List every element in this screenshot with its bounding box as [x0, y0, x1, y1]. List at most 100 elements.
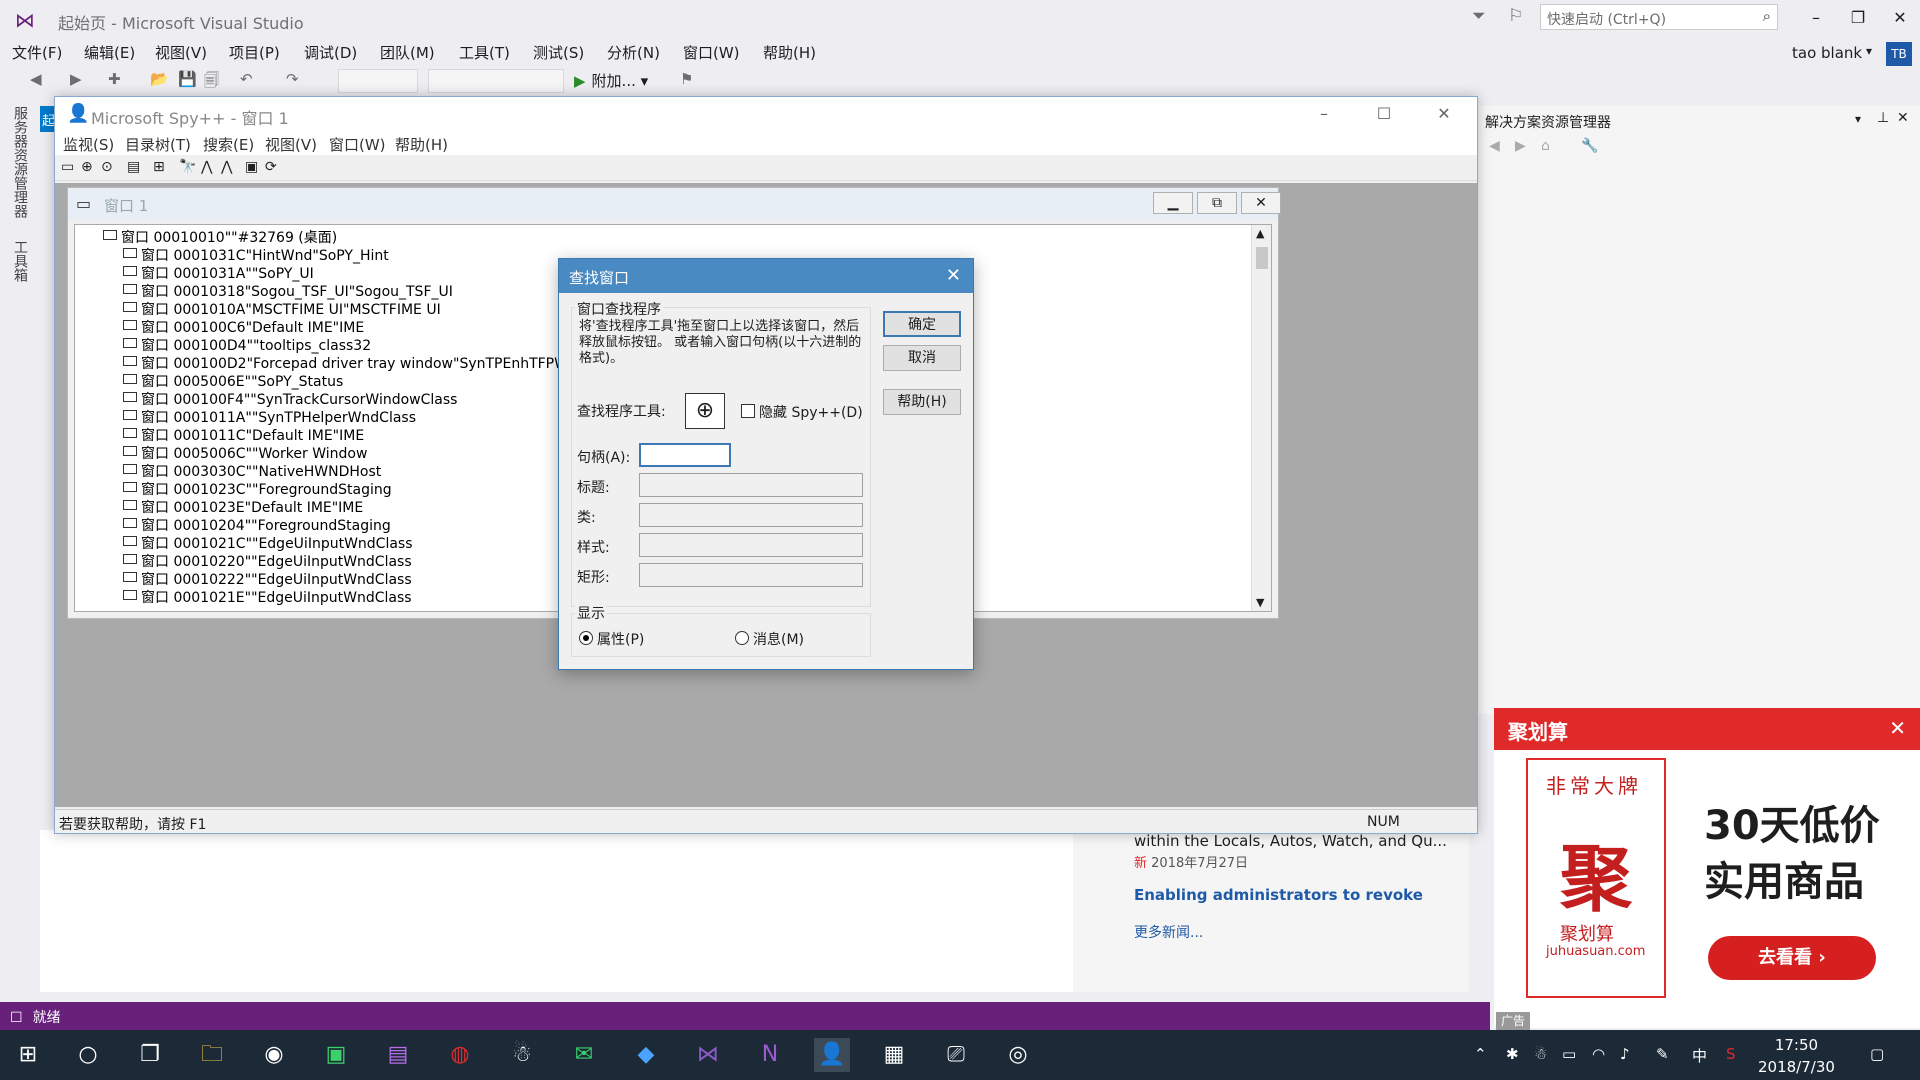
- restore-button[interactable]: ❐: [1838, 6, 1878, 30]
- messages-radio[interactable]: [735, 631, 749, 645]
- pen-icon[interactable]: ✎: [1656, 1045, 1669, 1063]
- undo-icon[interactable]: ↶: [240, 70, 253, 88]
- spy-plus-plus-icon[interactable]: 👤: [814, 1038, 850, 1072]
- new-project-icon[interactable]: ✚: [108, 70, 121, 88]
- spy-menu-view[interactable]: 视图(V): [265, 134, 317, 155]
- platform-combo[interactable]: [428, 69, 564, 93]
- find-next-icon[interactable]: ⋀: [201, 159, 212, 175]
- wechat-icon[interactable]: ✉: [566, 1038, 602, 1072]
- scroll-up-icon[interactable]: ▲: [1256, 227, 1264, 240]
- finder-tool-icon[interactable]: ⊕: [685, 393, 725, 429]
- news-headline-link[interactable]: Enabling administrators to revoke: [1134, 886, 1423, 904]
- menu-view[interactable]: 视图(V): [155, 42, 207, 63]
- menu-project[interactable]: 项目(P): [229, 42, 280, 63]
- tab-toolbox[interactable]: 工具箱: [10, 240, 30, 282]
- tree-row[interactable]: 窗口 000100C6"Default IME"IME: [123, 317, 364, 336]
- handle-input[interactable]: [639, 443, 731, 467]
- tree-row[interactable]: 窗口 0001023C""ForegroundStaging: [123, 479, 392, 498]
- volume-icon[interactable]: ♪: [1620, 1045, 1630, 1063]
- open-icon[interactable]: 📂: [150, 70, 169, 88]
- forward-icon[interactable]: ▶: [70, 70, 82, 88]
- user-name[interactable]: tao blank: [1792, 44, 1862, 62]
- help-button[interactable]: 帮助(H): [883, 389, 961, 415]
- child-maximize-button[interactable]: ⧉: [1197, 192, 1237, 214]
- clock[interactable]: 17:50 2018/7/30: [1758, 1034, 1835, 1078]
- close-button[interactable]: ✕: [1880, 6, 1920, 30]
- quick-launch-input[interactable]: 快速启动 (Ctrl+Q) ⌕: [1540, 4, 1778, 30]
- menu-tools[interactable]: 工具(T): [459, 42, 510, 63]
- config-combo[interactable]: [338, 69, 418, 93]
- bluetooth-icon[interactable]: ✱: [1506, 1045, 1519, 1063]
- onenote-icon[interactable]: N: [752, 1038, 788, 1072]
- tree-row[interactable]: 窗口 0001021C""EdgeUiInputWndClass: [123, 533, 413, 552]
- tree-row[interactable]: 窗口 0001011C"Default IME"IME: [123, 425, 364, 444]
- properties-radio[interactable]: [579, 631, 593, 645]
- spy-menu-help[interactable]: 帮助(H): [395, 134, 448, 155]
- save-icon[interactable]: 💾: [178, 70, 197, 88]
- chevron-down-icon[interactable]: ▾: [1855, 112, 1861, 126]
- spy-close-button[interactable]: ✕: [1421, 101, 1467, 127]
- tree-row[interactable]: 窗口 000100D4""tooltips_class32: [123, 335, 371, 354]
- child-minimize-button[interactable]: ▁: [1153, 192, 1193, 214]
- wifi-icon[interactable]: ◠: [1592, 1045, 1605, 1063]
- minimize-button[interactable]: –: [1796, 6, 1836, 30]
- more-news-link[interactable]: 更多新闻...: [1134, 922, 1203, 942]
- battery-icon[interactable]: ▭: [1562, 1045, 1576, 1063]
- back-icon[interactable]: ◀: [1489, 138, 1500, 154]
- hide-spy-checkbox[interactable]: [741, 404, 755, 418]
- tree-row[interactable]: 窗口 00010010""#32769 (桌面): [103, 227, 337, 246]
- redo-icon[interactable]: ↷: [286, 70, 299, 88]
- find-icon[interactable]: ⚑: [680, 70, 693, 88]
- tree-scrollbar[interactable]: ▲ ▼: [1251, 225, 1271, 611]
- menu-help[interactable]: 帮助(H): [763, 42, 816, 63]
- close-icon[interactable]: ✕: [1889, 716, 1906, 740]
- menu-debug[interactable]: 调试(D): [304, 42, 357, 63]
- spy-menu-tree[interactable]: 目录树(T): [125, 134, 191, 155]
- attach-button[interactable]: ▶ 附加... ▾: [574, 70, 648, 91]
- avatar[interactable]: TB: [1886, 42, 1912, 66]
- spy-maximize-button[interactable]: ☐: [1361, 101, 1407, 127]
- premiere-icon[interactable]: ▤: [380, 1038, 416, 1072]
- qq-icon[interactable]: ☃: [504, 1038, 540, 1072]
- tree-row[interactable]: 窗口 0005006C""Worker Window: [123, 443, 367, 462]
- cancel-button[interactable]: 取消: [883, 345, 961, 371]
- ad-go-button[interactable]: 去看看 ›: [1708, 936, 1876, 980]
- menu-file[interactable]: 文件(F): [12, 42, 62, 63]
- tree-row[interactable]: 窗口 0001010A"MSCTFIME UI"MSCTFIME UI: [123, 299, 441, 318]
- menu-test[interactable]: 测试(S): [533, 42, 584, 63]
- tree-row[interactable]: 窗口 00010222""EdgeUiInputWndClass: [123, 569, 412, 588]
- find-prev-icon[interactable]: ⋀: [221, 159, 232, 175]
- binoculars-icon[interactable]: 🔭: [179, 159, 196, 175]
- scroll-thumb[interactable]: [1256, 247, 1268, 269]
- pycharm-icon[interactable]: ▣: [318, 1038, 354, 1072]
- tree-row[interactable]: 窗口 0001031C"HintWnd"SoPY_Hint: [123, 245, 389, 264]
- tree-row[interactable]: 窗口 00010204""ForegroundStaging: [123, 515, 391, 534]
- remote-desktop-icon[interactable]: ⎚: [938, 1038, 974, 1072]
- windows-icon[interactable]: ▭: [61, 159, 74, 175]
- tree-row[interactable]: 窗口 000100D2"Forcepad driver tray window"…: [123, 353, 623, 372]
- ime-indicator[interactable]: 中: [1692, 1045, 1707, 1066]
- calculator-icon[interactable]: ▦: [876, 1038, 912, 1072]
- tab-server-explorer[interactable]: 服务器资源管理器: [10, 106, 30, 218]
- task-view-icon[interactable]: ❐: [132, 1038, 168, 1072]
- netease-music-icon[interactable]: ◍: [442, 1038, 478, 1072]
- child-close-button[interactable]: ✕: [1241, 192, 1281, 214]
- close-icon[interactable]: ✕: [1897, 110, 1909, 126]
- home-icon[interactable]: ⌂: [1541, 138, 1550, 154]
- menu-team[interactable]: 团队(M): [380, 42, 435, 63]
- chevron-up-icon[interactable]: ⌃: [1474, 1045, 1487, 1063]
- close-icon[interactable]: ✕: [946, 265, 961, 286]
- tree-row[interactable]: 窗口 0005006E""SoPY_Status: [123, 371, 343, 390]
- notification-icon[interactable]: ▢: [1870, 1045, 1884, 1063]
- menu-window[interactable]: 窗口(W): [683, 42, 740, 63]
- spy-minimize-button[interactable]: –: [1301, 101, 1347, 127]
- tree-row[interactable]: 窗口 00010318"Sogou_TSF_UI"Sogou_TSF_UI: [123, 281, 453, 300]
- filter-icon[interactable]: ⏷: [1472, 6, 1486, 26]
- menu-edit[interactable]: 编辑(E): [84, 42, 135, 63]
- app-globe-icon[interactable]: ◎: [1000, 1038, 1036, 1072]
- visual-studio-icon[interactable]: ⋈: [690, 1038, 726, 1072]
- scroll-down-icon[interactable]: ▼: [1256, 596, 1264, 609]
- refresh-icon[interactable]: ⟳: [265, 159, 277, 175]
- threads-icon[interactable]: ⊙: [101, 159, 113, 175]
- sogou-icon[interactable]: S: [1726, 1045, 1736, 1063]
